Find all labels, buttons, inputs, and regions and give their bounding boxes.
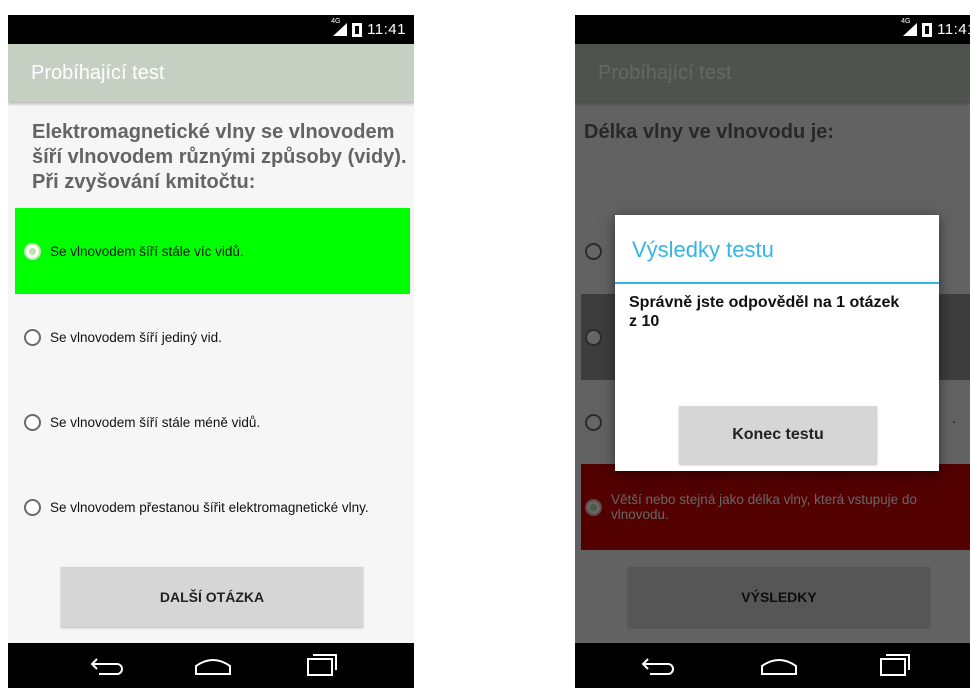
question-text: Délka vlny ve vlnovodu je: — [584, 121, 835, 143]
radio-checked-icon[interactable] — [24, 242, 41, 260]
clock: 11:41 — [367, 21, 406, 38]
dialog-divider — [615, 282, 939, 284]
answer-option-4[interactable]: Větší nebo stejná jako délka vlny, která… — [581, 464, 970, 550]
back-icon[interactable] — [640, 653, 674, 682]
answer-option-3[interactable]: Se vlnovodem šíří stále méně vidů. — [15, 379, 410, 465]
results-dialog: Výsledky testu Správně jste odpověděl na… — [615, 215, 939, 471]
answer-option-4[interactable]: Se vlnovodem přestanou šířit elektromagn… — [15, 464, 410, 550]
radio-icon[interactable] — [24, 498, 41, 516]
question-text: Elektromagnetické vlny se vlnovodem šíří… — [32, 121, 407, 193]
navigation-bar — [8, 643, 414, 688]
back-icon[interactable] — [89, 653, 123, 682]
phone-screen-left: 4G 11:41 Probíhající test Elektromagneti… — [8, 15, 414, 688]
radio-checked-icon[interactable] — [585, 498, 602, 516]
app-bar-title: Probíhající test — [8, 44, 414, 102]
answer-label: Se vlnovodem šíří jediný vid. — [50, 329, 222, 345]
home-icon[interactable] — [194, 653, 232, 682]
signal-4g-icon: 4G — [331, 18, 348, 36]
home-icon[interactable] — [760, 653, 798, 682]
navigation-bar — [575, 643, 970, 688]
status-bar: 4G 11:41 — [575, 15, 970, 44]
radio-icon[interactable] — [585, 413, 602, 431]
recent-apps-icon[interactable] — [879, 653, 911, 682]
signal-4g-icon: 4G — [901, 18, 918, 36]
answer-label-tail: . — [952, 411, 956, 426]
status-bar: 4G 11:41 — [8, 15, 414, 44]
battery-icon — [352, 22, 363, 37]
dialog-title: Výsledky testu — [632, 237, 774, 262]
end-test-button[interactable]: Konec testu — [679, 406, 877, 464]
answer-label: Se vlnovodem šíří stále méně vidů. — [50, 414, 261, 430]
phone-screen-right: 4G 11:41 Probíhající test Délka vlny ve … — [575, 15, 970, 688]
radio-icon[interactable] — [24, 328, 41, 346]
clock: 11:41 — [937, 21, 970, 38]
answer-label: Se vlnovodem přestanou šířit elektromagn… — [50, 499, 369, 515]
answer-option-2[interactable]: Se vlnovodem šíří jediný vid. — [15, 294, 410, 380]
battery-icon — [922, 22, 933, 37]
dialog-message: Správně jste odpověděl na 1 otázek z 10 — [629, 294, 900, 330]
answer-label: Větší nebo stejná jako délka vlny, která… — [611, 492, 917, 522]
answer-option-1[interactable]: Se vlnovodem šíří stále víc vidů. — [15, 208, 410, 294]
results-button[interactable]: VÝSLEDKY — [628, 567, 930, 627]
recent-apps-icon[interactable] — [306, 653, 338, 682]
answer-label: Se vlnovodem šíří stále víc vidů. — [50, 243, 244, 259]
app-bar-title: Probíhající test — [575, 44, 970, 102]
radio-icon[interactable] — [585, 242, 602, 260]
next-question-button[interactable]: DALŠÍ OTÁZKA — [61, 567, 363, 627]
radio-icon[interactable] — [585, 328, 602, 346]
radio-icon[interactable] — [24, 413, 41, 431]
